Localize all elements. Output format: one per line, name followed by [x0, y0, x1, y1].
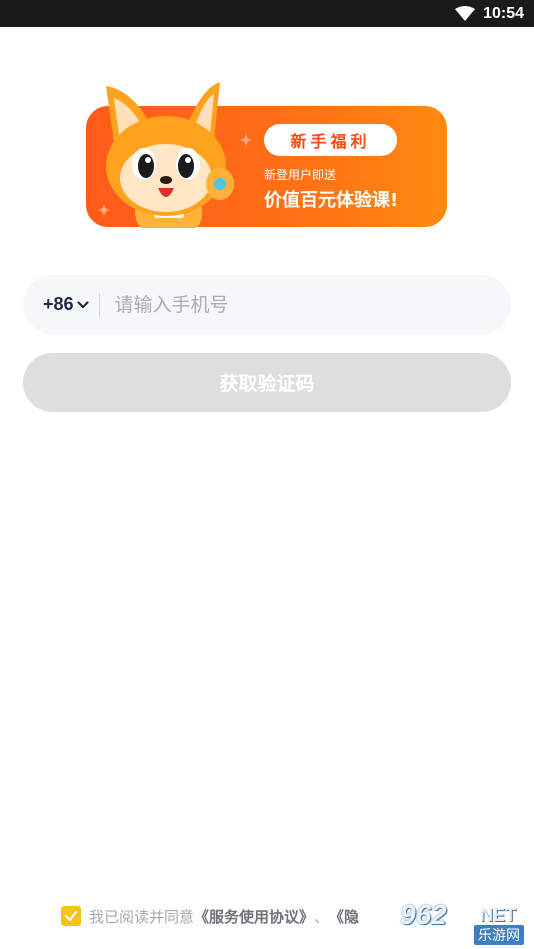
watermark-site: 乐游网: [474, 925, 524, 945]
agreement-checkbox[interactable]: [61, 906, 81, 926]
watermark-number: 962: [400, 899, 447, 930]
check-icon: [64, 910, 78, 922]
site-watermark: 962 NET 乐游网: [394, 899, 529, 945]
status-bar: 10:54: [0, 0, 534, 27]
fox-mascot: [106, 82, 234, 228]
agreement-separator: 、: [314, 907, 330, 926]
service-agreement-link[interactable]: 《服务使用协议》: [194, 906, 314, 927]
watermark-net: NET: [480, 905, 516, 925]
wifi-icon: [455, 5, 476, 21]
banner-subtitle: 新登用户即送: [264, 168, 337, 182]
agreement-row: 我已阅读并同意 《服务使用协议》 、 《隐: [61, 905, 359, 927]
phone-number-input[interactable]: [114, 284, 475, 325]
country-code-selector[interactable]: +86: [43, 294, 89, 315]
status-time: 10:54: [483, 4, 524, 22]
phone-input-row: +86: [23, 275, 511, 334]
banner-headline: 价值百元体验课!: [264, 190, 399, 211]
new-user-benefit-badge: 新手福利: [264, 124, 397, 156]
agreement-prefix: 我已阅读并同意: [89, 907, 195, 926]
divider: [98, 292, 100, 317]
get-verification-code-button[interactable]: 获取验证码: [23, 353, 511, 412]
chevron-down-icon: [76, 300, 89, 309]
country-code-label: +86: [43, 294, 74, 314]
privacy-policy-link[interactable]: 《隐: [329, 906, 359, 927]
